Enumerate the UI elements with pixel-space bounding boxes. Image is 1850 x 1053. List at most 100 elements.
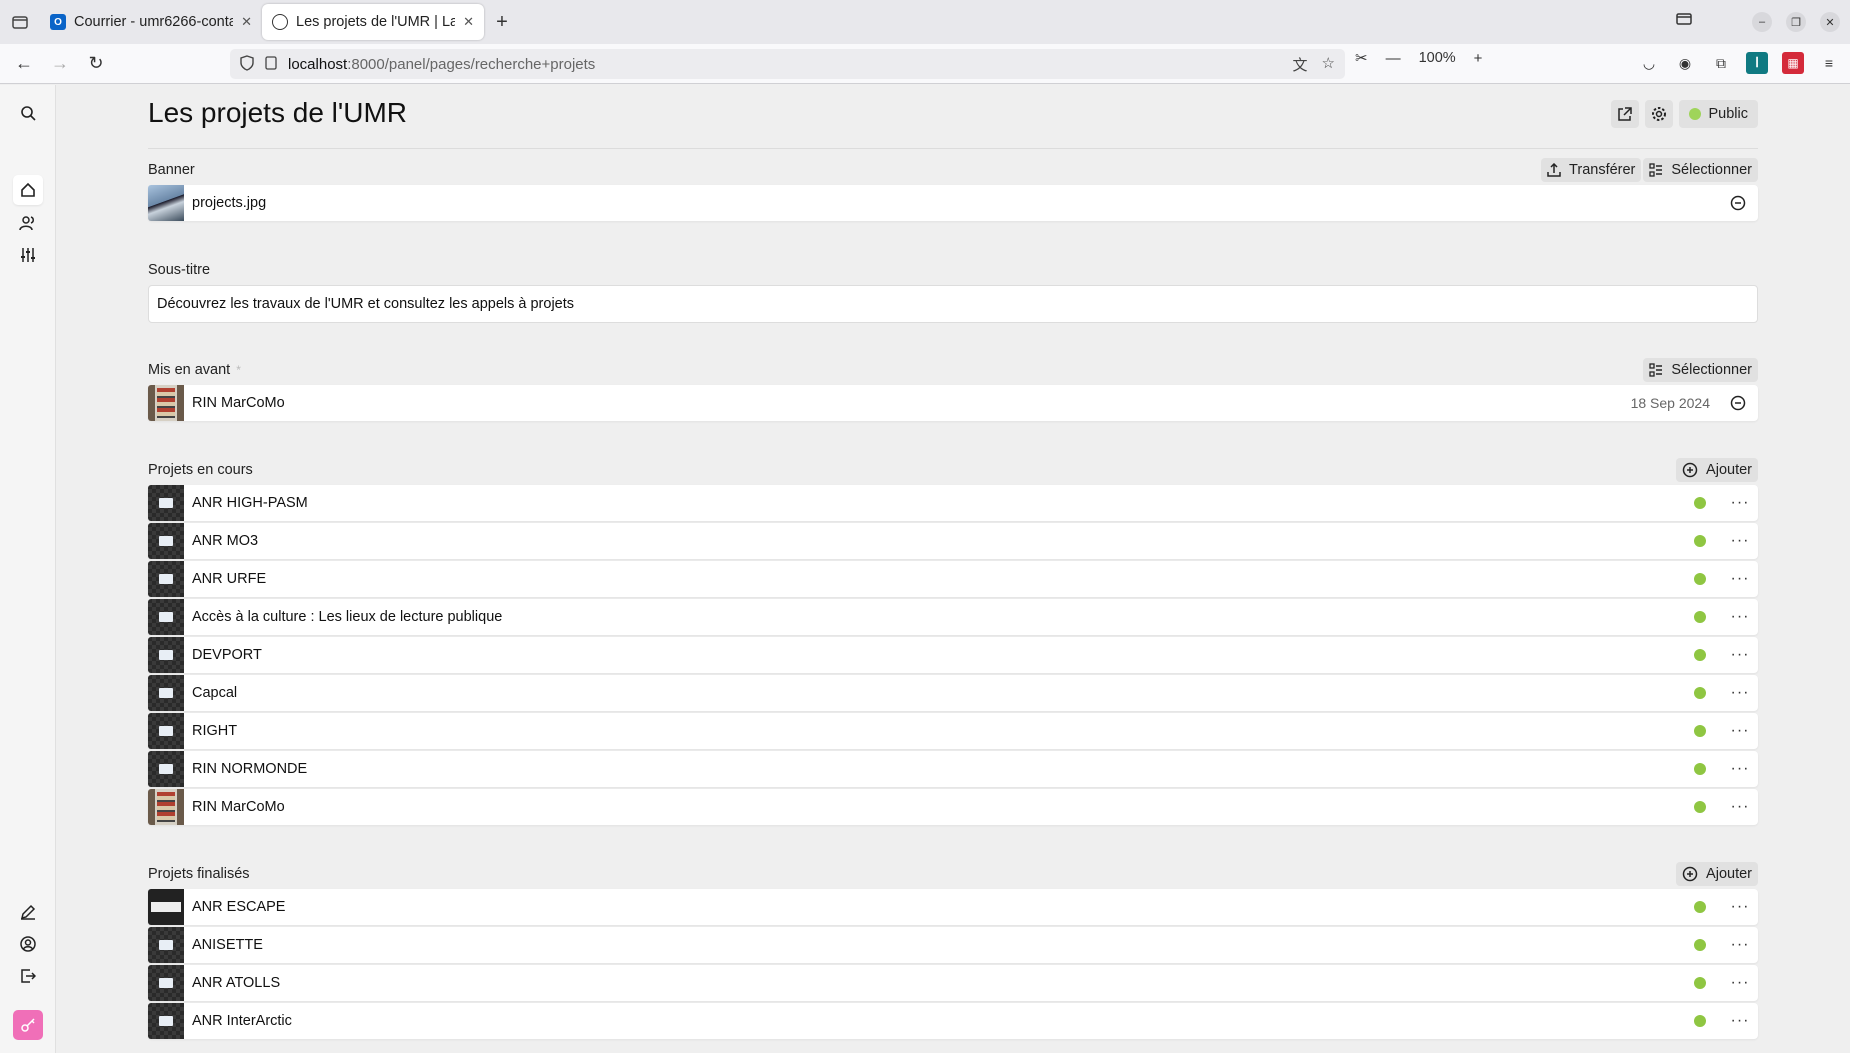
address-bar[interactable]: localhost:8000/panel/pages/recherche+pro… [230,49,1345,79]
zoom-out-icon[interactable]: — [1386,50,1401,67]
status-dot-icon[interactable] [1694,977,1706,989]
more-options-icon[interactable]: ··· [1730,936,1750,954]
menu-hamburger-icon[interactable]: ≡ [1818,52,1840,74]
list-all-tabs-icon[interactable] [1676,12,1692,29]
tab-list-icon[interactable] [0,0,40,44]
pocket-icon[interactable]: ◡ [1638,52,1660,74]
more-options-icon[interactable]: ··· [1730,722,1750,740]
item-title: RIGHT [192,723,238,739]
select-featured-button[interactable]: Sélectionner [1643,358,1758,382]
list-item[interactable]: ANISETTE ··· [148,927,1758,963]
select-label: Sélectionner [1671,362,1752,378]
more-options-icon[interactable]: ··· [1730,798,1750,816]
remove-icon[interactable] [1728,393,1748,413]
logout-icon[interactable] [16,964,40,988]
status-dot-icon[interactable] [1694,687,1706,699]
more-options-icon[interactable]: ··· [1730,898,1750,916]
close-tab-icon[interactable]: ✕ [463,14,474,30]
list-item[interactable]: ANR HIGH-PASM ··· [148,485,1758,521]
list-item[interactable]: ANR URFE ··· [148,561,1758,597]
bookmark-star-icon[interactable]: ☆ [1322,54,1335,75]
escape-thumbnail [148,889,184,925]
close-window-icon[interactable]: ✕ [1820,12,1840,32]
extension-red-icon[interactable]: ▦ [1782,52,1804,74]
translate-icon[interactable]: 文 [1293,54,1308,75]
banner-label: Banner [148,162,195,178]
screenshot-icon[interactable]: ✂ [1355,49,1368,67]
kirby-icon [272,14,288,30]
more-options-icon[interactable]: ··· [1730,760,1750,778]
subtitle-field: Sous-titre Découvrez les travaux de l'UM… [148,255,1758,323]
status-dot-icon[interactable] [1694,1015,1706,1027]
more-options-icon[interactable]: ··· [1730,608,1750,626]
add-finished-project-button[interactable]: Ajouter [1676,862,1758,886]
list-item[interactable]: RIN NORMONDE ··· [148,751,1758,787]
more-options-icon[interactable]: ··· [1730,646,1750,664]
add-label: Ajouter [1706,866,1752,882]
list-item[interactable]: ANR ATOLLS ··· [148,965,1758,1001]
edit-icon[interactable] [16,900,40,924]
status-dot-icon[interactable] [1694,801,1706,813]
status-dot-icon[interactable] [1694,611,1706,623]
status-dot-icon[interactable] [1694,939,1706,951]
users-icon[interactable] [16,211,40,235]
list-item[interactable]: Accès à la culture : Les lieux de lectur… [148,599,1758,635]
remove-icon[interactable] [1728,193,1748,213]
extensions-icon[interactable]: ⧉ [1710,52,1732,74]
status-dot-icon[interactable] [1694,725,1706,737]
add-current-project-button[interactable]: Ajouter [1676,458,1758,482]
forward-icon[interactable]: → [42,46,78,82]
select-banner-button[interactable]: Sélectionner [1643,158,1758,182]
status-button[interactable]: Public [1678,100,1758,128]
status-dot-icon[interactable] [1694,763,1706,775]
more-options-icon[interactable]: ··· [1730,974,1750,992]
list-item[interactable]: RIGHT ··· [148,713,1758,749]
item-title: ANR InterArctic [192,1013,292,1029]
status-dot-icon[interactable] [1694,497,1706,509]
home-icon[interactable] [13,175,43,205]
page-settings-button[interactable] [1644,100,1673,128]
more-options-icon[interactable]: ··· [1730,1012,1750,1030]
open-page-button[interactable] [1610,100,1639,128]
zoom-in-icon[interactable]: + [1474,50,1483,67]
banner-file-item[interactable]: projects.jpg [148,185,1758,221]
shield-icon[interactable] [240,54,254,74]
more-options-icon[interactable]: ··· [1730,494,1750,512]
zoom-level[interactable]: 100% [1419,50,1456,66]
minimize-icon[interactable]: – [1752,12,1772,32]
more-options-icon[interactable]: ··· [1730,684,1750,702]
key-icon[interactable] [13,1010,43,1040]
browser-tab-mail[interactable]: O Courrier - umr6266-conta ✕ [40,4,262,40]
subtitle-input[interactable]: Découvrez les travaux de l'UMR et consul… [148,285,1758,323]
close-tab-icon[interactable]: ✕ [241,14,252,30]
list-item[interactable]: ANR ESCAPE ··· [148,889,1758,925]
new-tab-button[interactable]: + [484,4,520,40]
reload-icon[interactable]: ↻ [78,46,114,82]
extension-teal-icon[interactable]: ⅼ [1746,52,1768,74]
status-dot-icon[interactable] [1694,649,1706,661]
gear-icon [1651,107,1666,121]
status-dot-icon[interactable] [1694,901,1706,913]
more-options-icon[interactable]: ··· [1730,532,1750,550]
item-title: ANR MO3 [192,533,259,549]
book-thumbnail [148,927,184,963]
search-icon[interactable] [16,101,40,125]
upload-button[interactable]: Transférer [1541,158,1642,182]
list-item[interactable]: DEVPORT ··· [148,637,1758,673]
status-dot-icon[interactable] [1694,573,1706,585]
page-info-icon[interactable] [264,55,278,73]
back-icon[interactable]: ← [6,46,42,82]
restore-icon[interactable]: ❐ [1786,12,1806,32]
account-icon[interactable] [16,932,40,956]
list-item[interactable]: RIN MarCoMo ··· [148,789,1758,825]
list-item[interactable]: ANR MO3 ··· [148,523,1758,559]
featured-item[interactable]: RIN MarCoMo 18 Sep 2024 [148,385,1758,421]
browser-tab-projects[interactable]: Les projets de l'UMR | Lal ✕ [262,4,484,40]
status-label: Public [1708,106,1749,122]
status-dot-icon[interactable] [1694,535,1706,547]
account-circle-icon[interactable]: ◉ [1674,52,1696,74]
list-item[interactable]: Capcal ··· [148,675,1758,711]
more-options-icon[interactable]: ··· [1730,570,1750,588]
settings-sliders-icon[interactable] [16,243,40,267]
list-item[interactable]: ANR InterArctic ··· [148,1003,1758,1039]
